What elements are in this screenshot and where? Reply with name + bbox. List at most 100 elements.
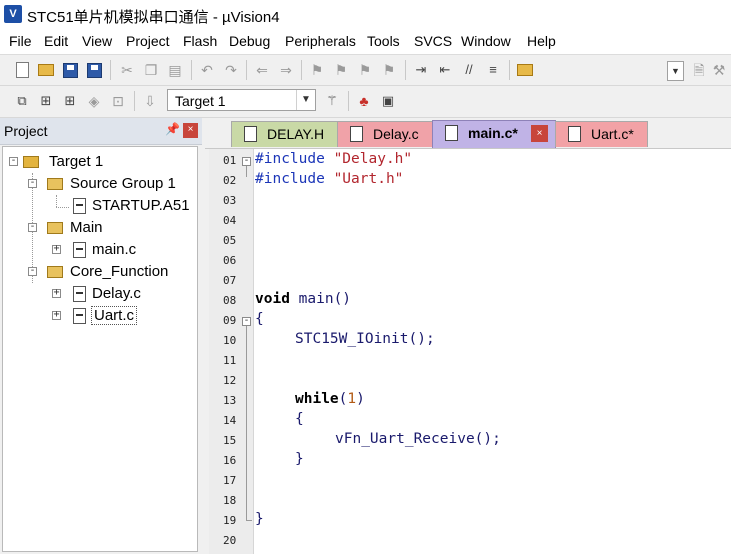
tree-label-file: STARTUP.A51	[92, 197, 190, 214]
tree-node-file[interactable]: + Delay.c	[3, 284, 193, 304]
find-in-files-button[interactable]	[515, 60, 535, 80]
menu-debug[interactable]: Debug	[229, 33, 270, 49]
navigate-forward-button[interactable]: ⇒	[276, 60, 296, 80]
line-number: 08	[223, 294, 237, 307]
next-bookmark-button[interactable]: ⚑	[355, 60, 375, 80]
menu-file[interactable]: File	[9, 33, 32, 49]
expand-icon[interactable]: +	[52, 244, 61, 254]
tree-node-group[interactable]: - Main	[3, 218, 193, 238]
menu-flash[interactable]: Flash	[183, 33, 217, 49]
undo-button[interactable]: ↶	[197, 60, 217, 80]
line-number: 11	[223, 354, 237, 367]
clear-bookmarks-button[interactable]: ⚑	[379, 60, 399, 80]
tab-delay-c[interactable]: Delay.c	[337, 121, 433, 147]
tree-node-file[interactable]: + main.c	[3, 240, 193, 260]
file-icon	[73, 286, 86, 302]
line-number: 10	[223, 334, 237, 347]
cut-button[interactable]: ✂	[117, 60, 137, 80]
tab-main-c[interactable]: main.c* ×	[432, 120, 556, 148]
find-icon: 🗎	[693, 62, 705, 78]
menu-tools[interactable]: Tools	[367, 33, 400, 49]
uncomment-button[interactable]: ≡	[483, 60, 503, 80]
debug-session-button[interactable]: ⚒	[709, 60, 729, 80]
string-literal: "Uart.h"	[333, 171, 404, 187]
tree-label-file: main.c	[92, 241, 137, 258]
collapse-icon[interactable]: -	[28, 222, 37, 232]
chevron-down-icon: ▼	[296, 90, 315, 110]
menu-svcs[interactable]: SVCS	[414, 33, 452, 49]
fold-collapse-icon[interactable]: -	[242, 316, 251, 326]
find-button[interactable]: 🗎	[689, 60, 709, 80]
close-icon[interactable]: ×	[531, 125, 548, 142]
menu-window[interactable]: Window	[461, 33, 511, 49]
file-extensions-button[interactable]: ♣	[354, 91, 374, 111]
close-icon[interactable]: ×	[183, 123, 198, 138]
menu-view[interactable]: View	[82, 33, 112, 49]
open-file-button[interactable]	[36, 60, 56, 80]
file-icon	[73, 242, 86, 258]
unindent-button[interactable]: ⇤	[435, 60, 455, 80]
download-button[interactable]: ⇩	[140, 91, 160, 111]
redo-icon: ↷	[225, 62, 237, 78]
folder-icon	[47, 266, 63, 278]
pin-icon[interactable]: 📌	[165, 122, 180, 136]
menu-edit[interactable]: Edit	[44, 33, 68, 49]
line-number: 02	[223, 174, 237, 187]
line-number: 05	[223, 234, 237, 247]
save-all-button[interactable]	[84, 60, 104, 80]
stop-build-button[interactable]: ⊡	[108, 91, 128, 111]
navigate-back-button[interactable]: ⇐	[252, 60, 272, 80]
toolbar-separator	[348, 91, 349, 111]
tab-label: Uart.c*	[591, 126, 634, 142]
bookmark-prev-icon: ⚑	[334, 62, 348, 78]
tree-node-file[interactable]: + Uart.c	[3, 306, 193, 326]
menu-peripherals[interactable]: Peripherals	[285, 33, 356, 49]
expand-icon[interactable]: +	[52, 288, 61, 298]
translate-button[interactable]: ⧉	[12, 91, 32, 111]
new-file-button[interactable]	[12, 60, 32, 80]
build-button[interactable]: ⊞	[36, 91, 56, 111]
tree-node-target[interactable]: - Target 1	[3, 152, 193, 172]
insert-bookmark-button[interactable]: ⚑	[307, 60, 327, 80]
select-packs-button[interactable]: ▣	[378, 91, 398, 111]
rebuild-button[interactable]: ⊞	[60, 91, 80, 111]
menu-help[interactable]: Help	[527, 33, 556, 49]
tab-uart-c[interactable]: Uart.c*	[555, 121, 648, 147]
previous-bookmark-button[interactable]: ⚑	[331, 60, 351, 80]
number-literal: 1	[347, 391, 357, 407]
target-options-button[interactable]: ⚚	[322, 91, 342, 111]
code-editor[interactable]: 01 02 03 04 05 06 07 08 09 10 11 12 13 1…	[209, 149, 731, 554]
comment-button[interactable]: //	[459, 60, 479, 80]
code-line-15: vFn_Uart_Receive();	[335, 431, 501, 447]
tree-node-group[interactable]: - Source Group 1	[3, 174, 193, 194]
line-number: 15	[223, 434, 237, 447]
tree-label-file: Delay.c	[92, 285, 141, 302]
target-select-value: Target 1	[175, 93, 226, 109]
indent-button[interactable]: ⇥	[411, 60, 431, 80]
file-icon	[244, 126, 257, 142]
copy-button[interactable]: ❐	[141, 60, 161, 80]
uv4-app-icon[interactable]: V	[4, 5, 22, 23]
stop-build-icon: ⊡	[112, 93, 124, 109]
redo-button[interactable]: ↷	[221, 60, 241, 80]
expand-icon[interactable]: +	[52, 310, 61, 320]
save-icon	[62, 62, 78, 78]
fold-collapse-icon[interactable]: -	[242, 156, 251, 166]
tab-delay-h[interactable]: DELAY.H	[231, 121, 338, 147]
batch-build-button[interactable]: ◈	[84, 91, 104, 111]
tools-icon: ⚒	[712, 62, 726, 78]
save-all-icon	[86, 62, 102, 78]
find-combo-dropdown[interactable]: ▼	[667, 61, 684, 81]
code-text: )	[356, 391, 365, 407]
tree-node-file[interactable]: STARTUP.A51	[3, 196, 193, 216]
target-select[interactable]: Target 1 ▼	[167, 89, 316, 111]
save-button[interactable]	[60, 60, 80, 80]
toolbar-separator	[509, 60, 510, 80]
collapse-icon[interactable]: -	[28, 266, 37, 276]
paste-button[interactable]: ▤	[165, 60, 185, 80]
tree-node-group[interactable]: - Core_Function	[3, 262, 193, 282]
collapse-icon[interactable]: -	[28, 178, 37, 188]
window-title: STC51单片机模拟串口通信 - µVision4	[27, 9, 280, 26]
menu-project[interactable]: Project	[126, 33, 170, 49]
collapse-icon[interactable]: -	[9, 156, 18, 166]
